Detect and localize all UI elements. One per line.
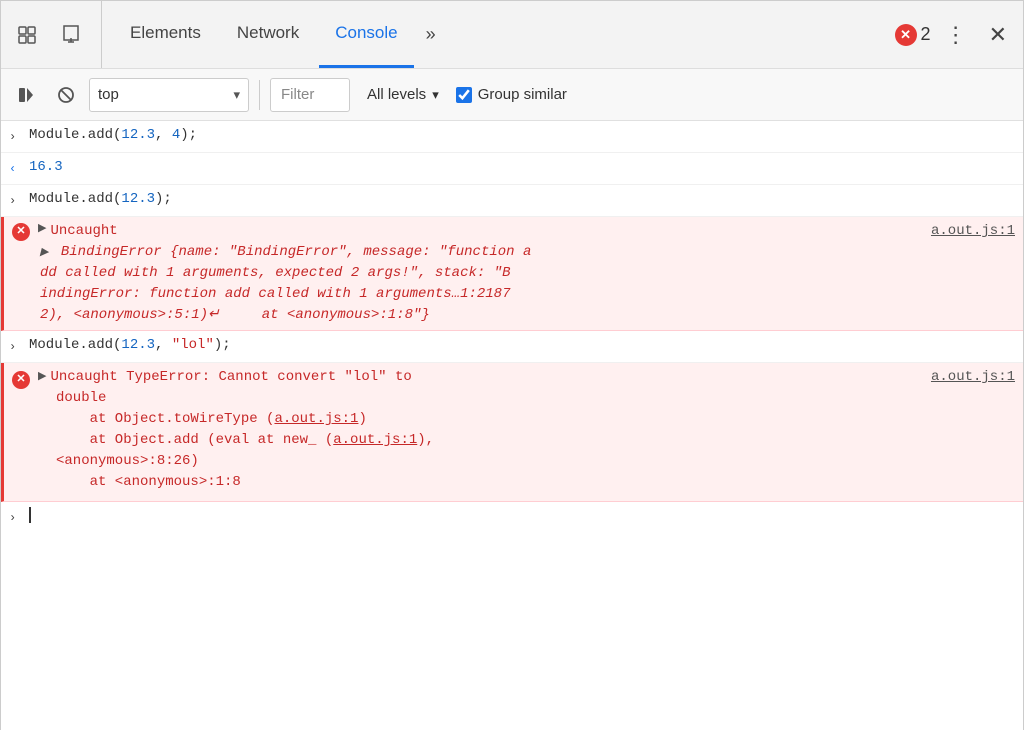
filter-input[interactable]: Filter bbox=[270, 78, 350, 112]
command-text: Module.add(12.3); bbox=[29, 191, 172, 207]
tab-errors: ✕ 2 ⋮ ✕ bbox=[895, 18, 1015, 52]
filter-label: Filter bbox=[281, 86, 314, 103]
dropdown-arrow-icon: ▾ bbox=[233, 87, 240, 103]
block-button[interactable] bbox=[49, 78, 83, 112]
input-prompt: › bbox=[9, 509, 23, 527]
console-error-row: ✕ ▶ Uncaught a.out.js:1 ▶ BindingError {… bbox=[1, 217, 1023, 331]
close-button[interactable]: ✕ bbox=[981, 18, 1015, 52]
error-title: Uncaught bbox=[50, 221, 117, 242]
error-details: ▶ BindingError {name: "BindingError", me… bbox=[40, 242, 1015, 326]
console-row: › Module.add(12.3, "lol"); bbox=[1, 331, 1023, 363]
console-row: › Module.add(12.3, 4); bbox=[1, 121, 1023, 153]
row-content: Module.add(12.3); bbox=[29, 189, 1015, 210]
toolbar-divider bbox=[259, 80, 260, 110]
error-header: ▶ Uncaught a.out.js:1 bbox=[38, 221, 1015, 242]
console-error-row-2: ✕ ▶ Uncaught TypeError: Cannot convert "… bbox=[1, 363, 1023, 502]
error-expand-detail-icon[interactable]: ▶ bbox=[40, 247, 48, 259]
context-label: top bbox=[98, 86, 225, 103]
error-circle-icon: ✕ bbox=[895, 24, 917, 46]
expand-arrow-icon[interactable]: › bbox=[9, 192, 23, 210]
toolbar: top ▾ Filter All levels ▾ Group similar bbox=[1, 69, 1023, 121]
three-dot-menu[interactable]: ⋮ bbox=[937, 18, 975, 52]
expand-arrow-icon[interactable]: › bbox=[9, 128, 23, 146]
error-line-4: <anonymous>:8:26) bbox=[56, 451, 1015, 472]
tab-more[interactable]: » bbox=[418, 18, 444, 51]
error-expand-icon[interactable]: ▶ bbox=[38, 221, 46, 242]
error-icon-2: ✕ bbox=[12, 371, 30, 389]
console-output: › Module.add(12.3, 4); ‹ 16.3 › Module.a… bbox=[1, 121, 1023, 731]
row-content: Module.add(12.3, 4); bbox=[29, 125, 1015, 146]
error-line-5: at <anonymous>:1:8 bbox=[56, 472, 1015, 493]
error-detail-text: BindingError {name: "BindingError", mess… bbox=[40, 244, 531, 323]
error-icon: ✕ bbox=[12, 223, 30, 241]
error-content-2: ▶ Uncaught TypeError: Cannot convert "lo… bbox=[38, 367, 1015, 493]
console-row: ‹ 16.3 bbox=[1, 153, 1023, 185]
result-text: 16.3 bbox=[29, 159, 63, 175]
tab-elements[interactable]: Elements bbox=[114, 1, 217, 68]
error-badge: ✕ 2 bbox=[895, 24, 931, 46]
tab-network[interactable]: Network bbox=[221, 1, 315, 68]
tab-bar: Elements Network Console » ✕ 2 ⋮ ✕ bbox=[1, 1, 1023, 69]
error-title-2: Uncaught TypeError: Cannot convert "lol"… bbox=[50, 367, 1015, 388]
error-details-2: double at Object.toWireType (a.out.js:1)… bbox=[40, 388, 1015, 493]
cursor bbox=[29, 507, 31, 523]
row-content: Module.add(12.3, "lol"); bbox=[29, 335, 1015, 356]
tab-icons bbox=[9, 1, 102, 68]
input-content bbox=[29, 506, 1015, 527]
group-similar-checkbox[interactable]: Group similar bbox=[456, 86, 567, 103]
command-text: Module.add(12.3, "lol"); bbox=[29, 337, 231, 353]
error-line-2: at Object.toWireType (a.out.js:1) bbox=[56, 409, 1015, 430]
play-button[interactable] bbox=[9, 78, 43, 112]
error-expand-icon-2[interactable]: ▶ bbox=[38, 369, 46, 386]
error-content: ▶ Uncaught a.out.js:1 ▶ BindingError {na… bbox=[38, 221, 1015, 326]
error-header-2: ▶ Uncaught TypeError: Cannot convert "lo… bbox=[38, 367, 1015, 388]
error-link[interactable]: a.out.js:1 bbox=[931, 221, 1015, 242]
group-similar-check[interactable] bbox=[456, 87, 472, 103]
tab-console[interactable]: Console bbox=[319, 1, 413, 68]
error-line-3: at Object.add (eval at new_ (a.out.js:1)… bbox=[56, 430, 1015, 451]
group-similar-label: Group similar bbox=[478, 86, 567, 103]
console-input-row[interactable]: › bbox=[1, 502, 1023, 534]
error-line-1: double bbox=[56, 388, 1015, 409]
context-selector[interactable]: top ▾ bbox=[89, 78, 249, 112]
levels-dropdown[interactable]: All levels ▾ bbox=[356, 78, 450, 112]
row-content: 16.3 bbox=[29, 157, 1015, 178]
console-row: › Module.add(12.3); bbox=[1, 185, 1023, 217]
result-arrow-icon: ‹ bbox=[9, 160, 23, 178]
command-text: Module.add(12.3, 4); bbox=[29, 127, 197, 143]
error-count: 2 bbox=[921, 24, 931, 45]
cursor-icon-btn[interactable] bbox=[9, 17, 45, 53]
levels-arrow-icon: ▾ bbox=[432, 87, 439, 103]
expand-arrow-icon[interactable]: › bbox=[9, 338, 23, 356]
inspect-icon-btn[interactable] bbox=[53, 17, 89, 53]
levels-label: All levels bbox=[367, 86, 426, 103]
